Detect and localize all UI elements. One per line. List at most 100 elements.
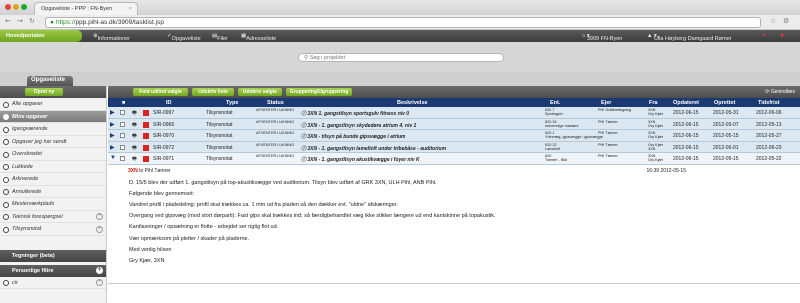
portal-button[interactable]: Hovedportalen [0,30,82,42]
row-checkbox[interactable] [120,110,125,115]
detail-line: D. 15/5 blev der udført 1. gangstilsyn p… [129,179,437,186]
flag-icon[interactable]: ✦ [762,33,767,39]
nav-filer[interactable]: ▤ Filer [212,33,228,42]
radio-icon [3,201,9,208]
table-row[interactable]: ▶ 🖶 SIR-0970 Tilsynsnotat AFVENTER LUKNING ⓘ … [108,130,800,142]
col-updated[interactable]: Opdateret [673,100,699,106]
cell-status: AFVENTER LUKNING [256,142,295,147]
filter-settings-icon[interactable]: • [96,279,103,286]
page-tab-opgaveliste[interactable]: Opgaveliste [27,76,73,86]
col-ent[interactable]: Ent. [550,100,560,106]
col-deadline[interactable]: Tidsfrist [758,100,780,106]
reload-icon[interactable]: ↻ [29,17,35,25]
project-selector[interactable]: ⌂ 3909 FN-Byen ▾ [582,33,622,42]
address-bar-row: ← → ↻ ● https://ppp.pihl-as.dk/3909/taskl… [0,15,800,30]
flag-icon-2[interactable]: ✚ [780,33,785,39]
priority-icon [143,110,149,116]
print-selected-button[interactable]: Udskriv valgte [238,88,282,96]
sidebar-item-sent[interactable]: Opgaver jeg har sendt [0,136,106,148]
back-icon[interactable]: ← [5,17,11,25]
sidebar-item-overdue[interactable]: Overskredet [0,148,106,161]
sidebar-item-tech-query[interactable]: Teknisk forespørgsel + [0,211,106,223]
cell-id: SIR-0997 [153,110,175,116]
expand-selected-button[interactable]: Fold ud/ind valgte [133,88,188,96]
sidebar-item-archived[interactable]: Arkiverede [0,173,106,186]
url-field[interactable]: ● https://ppp.pihl-as.dk/3909/tasklist.js… [45,17,761,28]
sidebar-item-cancelled[interactable]: Annullerede [0,186,106,198]
browser-tab[interactable]: Opgaveliste - PPP : FN-Byen × [34,2,138,15]
cell-id: SIR-0966 [153,121,175,128]
print-icon[interactable]: 🖶 [132,110,137,118]
sidebar-item-label: Alle opgaver [12,101,43,107]
cell-upd: 2012-06-15 [673,156,699,162]
add-filter-icon[interactable]: + [96,267,103,274]
col-id[interactable]: ID [166,100,172,106]
reload-label: Genindlæs [770,89,795,95]
row-checkbox[interactable] [120,144,125,150]
cell-owner: PHI Tømrer [598,119,618,124]
add-icon[interactable]: + [96,225,103,233]
close-window-icon[interactable] [5,4,11,10]
table-row[interactable]: ▶ 🖶 SIR-0966 Tilsynsnotat AFVENTER LUKNING ⓘ … [108,118,800,130]
expand-row-icon[interactable]: ▶ [110,144,115,151]
sidebar-item-workplace[interactable]: Mesterværkplads [0,198,106,211]
table-row[interactable]: ▶ 🖶 SIR-0972 Tilsynsnotat AFVENTER LUKNING ⓘ … [108,141,800,153]
sidebar-item-label: Arkiverede [12,176,39,182]
cell-type: Tilsynsnotat [206,110,233,116]
print-icon[interactable]: 🖶 [132,145,137,153]
print-icon[interactable]: 🖶 [132,133,137,141]
cell-status: AFVENTER LUKNING [256,131,295,135]
nav-adresseliste[interactable]: ▦ Adresseliste [241,33,276,42]
expand-row-icon[interactable]: ▶ [110,132,115,139]
nav-informationer[interactable]: ⊕ Informationer [93,33,130,42]
bookmark-icon[interactable]: ☆ [770,17,776,25]
cell-ent1: 632.7 Sportsgulv [545,108,563,117]
cell-id: SIR-0970 [153,133,175,139]
detail-line: Vær opmærksom på pletter / skader på pla… [129,235,250,242]
minimize-window-icon[interactable] [13,4,19,10]
cell-created: 2012-06-01 [713,144,739,151]
nav-opgaveliste[interactable]: ✓ Opgaveliste [167,33,201,42]
add-icon[interactable]: + [96,213,103,220]
col-from[interactable]: Fra [649,100,658,106]
tab-close-icon[interactable]: × [129,6,132,12]
sidebar-item-inspection-note[interactable]: Tilsynsnotat + [0,223,106,236]
col-status[interactable]: Status [267,100,284,106]
forward-icon[interactable]: → [17,17,23,25]
sidebar-item-mine[interactable]: Mine opgaver [0,110,106,123]
col-description[interactable]: Beskrivelse [397,100,428,106]
row-checkbox[interactable] [120,133,125,138]
cell-status: AFVENTER LUKNING [256,108,295,112]
cell-ent1: 620.1 Ydervæg, gipsvægge / gipsvægge [545,131,603,140]
zoom-window-icon[interactable] [21,4,27,10]
print-icon[interactable]: 🖶 [132,156,137,164]
select-all-checkbox[interactable]: ■ [122,100,125,106]
sidebar-item-label: Igangværende [12,126,48,132]
drawings-header[interactable]: Tegninger (beta) [0,249,106,262]
print-icon[interactable]: 🖶 [132,122,137,130]
wrench-icon[interactable]: ⚙ [783,17,789,25]
expand-row-icon[interactable]: ▼ [110,155,116,161]
reload-button[interactable]: ⟳ Genindlæs [765,89,795,95]
url-scheme: https:// [55,19,76,26]
sidebar-item-all[interactable]: Alle opgaver [0,98,106,111]
expand-row-icon[interactable]: ▶ [110,121,115,128]
table-row[interactable]: ▶ 🖶 SIR-0997 Tilsynsnotat AFVENTER LUKNING ⓘ … [108,107,800,119]
create-task-button[interactable]: Opret ny [25,88,63,96]
expand-row-icon[interactable]: ▶ [110,109,115,116]
search-input[interactable]: ⚲ Søg i projektet [298,53,504,62]
sidebar-filter-item[interactable]: cir • [0,277,106,289]
sidebar-item-closed[interactable]: Lukkede [0,161,106,173]
col-created[interactable]: Oprettet [714,100,735,106]
col-owner[interactable]: Ejer [601,100,611,106]
row-checkbox[interactable] [120,121,125,127]
cell-desc: ⓘ 3XN - 1. gangstilsyn akustikvægge i fo… [301,157,420,163]
row-checkbox[interactable] [120,156,125,161]
print-list-button[interactable]: Udskriv liste [192,88,234,96]
sidebar-item-label: Mine opgaver [12,113,48,120]
table-row[interactable]: ▼ 🖶 SIR-0971 Tilsynsnotat AFVENTER LUKNING ⓘ … [108,153,800,165]
user-menu[interactable]: ▲ Ulla Høyberg Damgaard Rømer ▾ [647,33,732,42]
sidebar-item-in-progress[interactable]: Igangværende [0,123,106,136]
grouping-button[interactable]: Gruppering/Ugruppering [286,88,352,96]
col-type[interactable]: Type [226,100,238,106]
